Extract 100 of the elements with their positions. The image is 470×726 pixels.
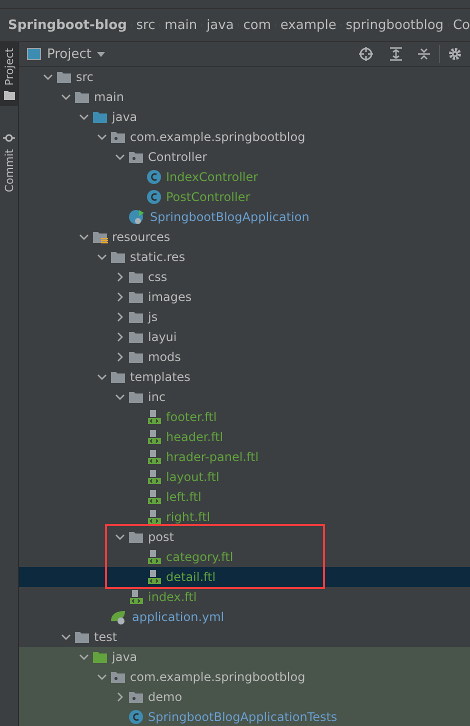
item-label: category.ftl xyxy=(166,550,234,564)
item-label: application.yml xyxy=(132,610,224,624)
file-icon xyxy=(146,449,162,465)
file-icon xyxy=(146,489,162,505)
folder-icon xyxy=(56,70,72,84)
item-label: IndexController xyxy=(166,170,258,184)
folder-icon xyxy=(128,330,144,344)
folder-icon xyxy=(74,90,90,104)
tree-row[interactable]: layui xyxy=(19,327,470,347)
folder-icon xyxy=(128,390,144,404)
folder-icon xyxy=(92,110,108,124)
item-label: PostController xyxy=(166,190,250,204)
item-label: SpringbootBlogApplication xyxy=(150,210,310,224)
file-icon xyxy=(146,469,162,485)
item-label: java xyxy=(112,650,138,664)
file-icon xyxy=(146,409,162,425)
tree-row[interactable]: images xyxy=(19,287,470,307)
package-icon xyxy=(110,670,126,684)
side-tab[interactable]: Commit xyxy=(0,126,18,198)
item-label: css xyxy=(148,270,168,284)
item-label: resources xyxy=(112,230,170,244)
item-label: com.example.springbootblog xyxy=(130,670,306,684)
item-label: Controller xyxy=(148,150,208,164)
breadcrumb-item[interactable]: java xyxy=(206,18,234,32)
expand-all-button[interactable] xyxy=(387,45,405,63)
tree-row[interactable]: resources xyxy=(19,227,470,247)
tree-row[interactable]: layout.ftl xyxy=(19,467,470,487)
class-icon xyxy=(128,709,144,725)
item-label: layui xyxy=(148,330,177,344)
folder-icon xyxy=(92,650,108,664)
panel-title[interactable]: Project xyxy=(47,46,92,62)
package-icon xyxy=(128,150,144,164)
item-label: layout.ftl xyxy=(166,470,220,484)
folder-icon xyxy=(128,530,144,544)
breadcrumb-item[interactable]: main xyxy=(164,18,198,32)
folder-icon xyxy=(128,290,144,304)
item-label: index.ftl xyxy=(148,590,197,604)
item-label: com.example.springbootblog xyxy=(130,130,306,144)
item-label: static.res xyxy=(130,250,186,264)
locate-button[interactable] xyxy=(357,45,375,63)
tree-row[interactable]: src xyxy=(19,67,470,87)
tree-row[interactable]: static.res xyxy=(19,247,470,267)
tree-row[interactable]: java xyxy=(19,107,470,127)
tree-row[interactable]: com.example.springbootblog xyxy=(19,667,470,687)
tree-row[interactable]: footer.ftl xyxy=(19,407,470,427)
item-label: right.ftl xyxy=(166,510,210,524)
tree-row[interactable]: SpringbootBlogApplicationTests xyxy=(19,707,470,726)
folder-icon xyxy=(128,270,144,284)
tree-row[interactable]: index.ftl xyxy=(19,587,470,607)
breadcrumb-item[interactable]: com xyxy=(243,18,271,32)
tree-row[interactable]: css xyxy=(19,267,470,287)
tree-row[interactable]: Controller xyxy=(19,147,470,167)
tree-row[interactable]: test xyxy=(19,627,470,647)
folder-icon xyxy=(74,630,90,644)
tree-row[interactable]: demo xyxy=(19,687,470,707)
tree-row[interactable]: main xyxy=(19,87,470,107)
tree-row[interactable]: templates xyxy=(19,367,470,387)
class-icon xyxy=(146,169,162,185)
tree-row[interactable]: PostController xyxy=(19,187,470,207)
item-label: templates xyxy=(130,370,190,384)
tree-row[interactable]: right.ftl xyxy=(19,507,470,527)
file-icon xyxy=(146,509,162,525)
window-icon xyxy=(27,48,41,60)
breadcrumb-item[interactable]: Co xyxy=(452,18,470,32)
tree-row[interactable]: js xyxy=(19,307,470,327)
tree-row[interactable]: IndexController xyxy=(19,167,470,187)
folder-icon xyxy=(110,250,126,264)
item-label: mods xyxy=(148,350,181,364)
folder-icon xyxy=(128,310,144,324)
breadcrumb-item[interactable]: Springboot-blog xyxy=(8,18,127,32)
item-label: hrader-panel.ftl xyxy=(166,450,259,464)
tree-row[interactable]: java xyxy=(19,647,470,667)
tree-row[interactable]: category.ftl xyxy=(19,547,470,567)
item-label: java xyxy=(112,110,138,124)
breadcrumb-item[interactable]: springbootblog xyxy=(346,18,444,32)
tree-row[interactable]: left.ftl xyxy=(19,487,470,507)
item-label: demo xyxy=(148,690,182,704)
folder-icon xyxy=(128,350,144,364)
tree-row[interactable]: SpringbootBlogApplication xyxy=(19,207,470,227)
caret-icon[interactable] xyxy=(97,52,106,56)
tree-row[interactable]: detail.ftl xyxy=(19,567,470,587)
item-label: js xyxy=(148,310,158,324)
item-label: detail.ftl xyxy=(166,570,216,584)
item-label: footer.ftl xyxy=(166,410,217,424)
tree-row[interactable]: com.example.springbootblog xyxy=(19,127,470,147)
tree-row[interactable]: hrader-panel.ftl xyxy=(19,447,470,467)
breadcrumb-item[interactable]: src xyxy=(136,18,156,32)
tree-row[interactable]: inc xyxy=(19,387,470,407)
item-label: post xyxy=(148,530,174,544)
folder-icon xyxy=(92,230,108,244)
tree-row[interactable]: mods xyxy=(19,347,470,367)
side-tab[interactable]: Project xyxy=(0,42,18,106)
item-label: src xyxy=(76,70,94,84)
file-icon xyxy=(146,549,162,565)
tree-row[interactable]: post xyxy=(19,527,470,547)
tree-row[interactable]: header.ftl xyxy=(19,427,470,447)
leaf-icon xyxy=(110,609,128,625)
settings-button[interactable] xyxy=(446,45,464,63)
breadcrumb-item[interactable]: example xyxy=(280,18,336,32)
tree-row[interactable]: application.yml xyxy=(19,607,470,627)
